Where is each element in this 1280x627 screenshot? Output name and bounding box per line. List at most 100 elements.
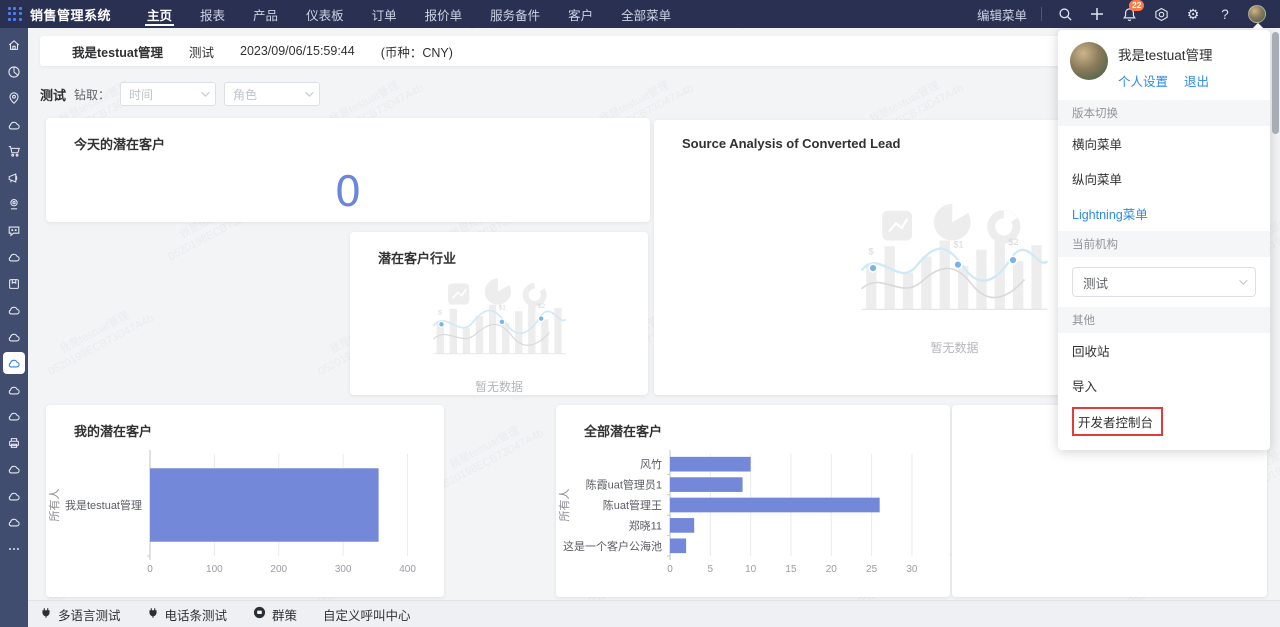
svg-text:30: 30 [906, 564, 918, 575]
menu-item-横向菜单[interactable]: 横向菜单 [1058, 126, 1270, 161]
sidebar-item-7-chat-icon[interactable] [3, 220, 25, 242]
time-filter-value: 时间 [129, 86, 153, 103]
menu-item-开发者控制台[interactable]: 开发者控制台 [1058, 403, 1270, 444]
sidebar-item-4-cart-icon[interactable] [3, 140, 25, 162]
plug-icon [147, 607, 159, 622]
nav-item-5[interactable]: 报价单 [411, 0, 477, 28]
sidebar-item-0-home-icon[interactable] [3, 34, 25, 56]
svg-text:$: $ [868, 246, 873, 256]
svg-text:25: 25 [866, 564, 878, 575]
notifications-bell-icon[interactable]: 22 [1120, 5, 1138, 23]
section-header-version: 版本切换 [1058, 100, 1270, 126]
org-select-value: 测试 [1083, 273, 1108, 292]
nav-item-0[interactable]: 主页 [133, 0, 186, 28]
sidebar-item-10-cloud-icon[interactable] [3, 299, 25, 321]
logout-link[interactable]: 退出 [1184, 71, 1209, 90]
empty-text: 暂无数据 [930, 339, 978, 356]
menu-item-导入[interactable]: 导入 [1058, 368, 1270, 403]
nav-item-1[interactable]: 报表 [186, 0, 239, 28]
search-icon[interactable] [1056, 5, 1074, 23]
bar-陈霞uat管理员1[interactable] [670, 477, 743, 492]
svg-text:陈uat管理王: 陈uat管理王 [603, 498, 662, 512]
top-navbar: 销售管理系统 主页报表产品仪表板订单报价单服务备件客户全部菜单 编辑菜单 22 … [0, 0, 1280, 28]
nav-item-4[interactable]: 订单 [358, 0, 411, 28]
dashboard-timestamp: 2023/09/06/15:59:44 [240, 44, 355, 58]
time-filter-select[interactable]: 时间 [120, 82, 216, 106]
sidebar-item-18-cloud-icon[interactable] [3, 511, 25, 533]
bar-风竹[interactable] [670, 457, 751, 472]
sidebar-item-11-cloud-icon[interactable] [3, 326, 25, 348]
sidebar-item-12-cloud-icon[interactable] [3, 352, 25, 374]
svg-text:200: 200 [270, 564, 287, 575]
filter-row: 测试 钻取： 时间 角色 [40, 82, 320, 106]
svg-text:风竹: 风竹 [640, 457, 662, 471]
empty-chart-illustration: $$1$2 [430, 275, 569, 372]
svg-text:300: 300 [335, 564, 352, 575]
bar-陈uat管理王[interactable] [670, 498, 880, 513]
svg-text:5: 5 [708, 564, 714, 575]
nav-divider [1041, 7, 1042, 21]
nav-item-2[interactable]: 产品 [239, 0, 292, 28]
sidebar-item-17-cloud-icon[interactable] [3, 485, 25, 507]
sidebar-item-14-cloud-icon[interactable] [3, 405, 25, 427]
sidebar-item-5-megaphone-icon[interactable] [3, 167, 25, 189]
sidebar-item-3-cloud-icon[interactable] [3, 114, 25, 136]
svg-text:15: 15 [785, 564, 797, 575]
sidebar-item-9-package-icon[interactable] [3, 273, 25, 295]
bar-我是testuat管理[interactable] [150, 468, 379, 541]
sidebar-item-19-more-icon[interactable] [3, 538, 25, 560]
svg-text:400: 400 [399, 564, 416, 575]
footer-item-1[interactable]: 电话条测试 [147, 605, 228, 624]
chevron-down-icon [305, 88, 313, 96]
sidebar-item-16-cloud-icon[interactable] [3, 458, 25, 480]
nav-item-7[interactable]: 客户 [554, 0, 607, 28]
scrollbar-thumb[interactable] [1272, 32, 1279, 134]
app-launcher-icon[interactable] [8, 7, 22, 21]
footer-item-3[interactable]: 自定义呼叫中心 [323, 605, 411, 624]
footer-item-2[interactable]: 群策 [253, 605, 297, 624]
section-header-org: 当前机构 [1058, 231, 1270, 257]
svg-text:陈霞uat管理员1: 陈霞uat管理员1 [586, 478, 662, 492]
card-lead-industry: 潜在客户行业 $$1$2 暂无数据 [350, 232, 648, 395]
card-title: 全部潜在客户 [556, 405, 950, 440]
svg-text:10: 10 [745, 564, 757, 575]
menu-item-纵向菜单[interactable]: 纵向菜单 [1058, 161, 1270, 196]
settings-gear-icon[interactable]: ⚙ [1184, 5, 1202, 23]
svg-text:$1: $1 [498, 305, 506, 312]
sidebar-item-15-printer-icon[interactable] [3, 432, 25, 454]
bar-郑晓11[interactable] [670, 518, 694, 533]
menu-item-回收站[interactable]: 回收站 [1058, 333, 1270, 368]
left-sidebar [0, 28, 28, 627]
user-name: 我是testuat管理 [1118, 44, 1213, 64]
nav-item-8[interactable]: 全部菜单 [607, 0, 685, 28]
svg-text:$1: $1 [953, 239, 963, 249]
sidebar-item-8-cloud-icon[interactable] [3, 246, 25, 268]
svg-text:所有人: 所有人 [47, 489, 61, 522]
personal-settings-link[interactable]: 个人设置 [1118, 71, 1168, 90]
add-icon[interactable] [1088, 5, 1106, 23]
role-filter-select[interactable]: 角色 [224, 82, 320, 106]
menu-item-Lightning菜单[interactable]: Lightning菜单 [1058, 196, 1270, 231]
card-title: 我的潜在客户 [46, 405, 444, 440]
navbar-right: 编辑菜单 22 ⚙ ? [977, 5, 1280, 24]
app-center-icon[interactable] [1152, 5, 1170, 23]
bar-这是一个客户公海池[interactable] [670, 538, 686, 553]
sidebar-item-6-webcam-icon[interactable] [3, 193, 25, 215]
help-icon[interactable]: ? [1216, 5, 1234, 23]
org-select[interactable]: 测试 [1072, 267, 1256, 297]
plug-icon [40, 607, 52, 622]
sidebar-item-13-cloud-icon[interactable] [3, 379, 25, 401]
sidebar-item-1-pie-chart-icon[interactable] [3, 61, 25, 83]
footer-item-0[interactable]: 多语言测试 [40, 605, 121, 624]
edit-menu-button[interactable]: 编辑菜单 [977, 5, 1027, 24]
svg-text:$2: $2 [1008, 237, 1018, 247]
svg-text:$: $ [438, 309, 442, 316]
empty-state: $$1$2 暂无数据 [350, 275, 648, 395]
nav-item-3[interactable]: 仪表板 [292, 0, 358, 28]
card-today-leads: 今天的潜在客户 0 [46, 118, 650, 222]
user-avatar[interactable] [1248, 5, 1266, 23]
sidebar-item-2-location-icon[interactable] [3, 87, 25, 109]
nav-item-6[interactable]: 服务备件 [476, 0, 554, 28]
all-leads-bar-chart: 051015202530风竹陈霞uat管理员1陈uat管理王郑晓11这是一个客户… [556, 440, 950, 603]
bar-chart-svg: 051015202530风竹陈霞uat管理员1陈uat管理王郑晓11这是一个客户… [556, 440, 950, 598]
